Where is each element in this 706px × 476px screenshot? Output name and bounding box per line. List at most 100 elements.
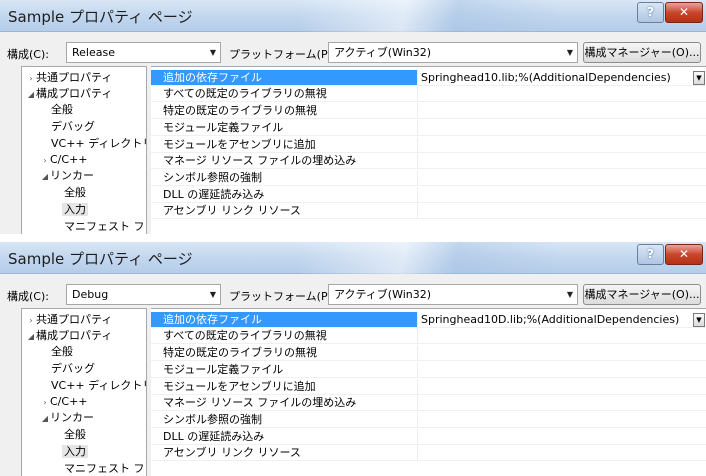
platform-select-value: アクティブ(Win32)	[334, 288, 432, 301]
platform-select[interactable]: アクティブ(Win32) ▼	[328, 284, 578, 305]
title-bar[interactable]: Sample プロパティ ページ ? ✕	[0, 0, 706, 32]
tree-item-label: 共通プロパティ	[36, 71, 113, 84]
property-grid: 追加の依存ファイル Springhead10.lib;%(AdditionalD…	[151, 66, 706, 234]
property-value	[417, 379, 706, 395]
tree-item-label: デバッグ	[51, 120, 95, 133]
tree-item-general[interactable]: 全般	[51, 344, 73, 360]
property-row[interactable]: モジュールをアセンブリに追加	[151, 137, 706, 153]
tree-item-cpp[interactable]: › C/C++	[40, 394, 87, 411]
tree-item-debug[interactable]: デバッグ	[51, 119, 95, 135]
dropdown-button[interactable]: ▼	[693, 313, 705, 327]
property-value: Springhead10.lib;%(AdditionalDependencie…	[421, 71, 671, 84]
property-row[interactable]: マネージ リソース ファイルの埋め込み	[151, 153, 706, 169]
tree-item-label: マニフェスト ファ	[64, 220, 147, 233]
chevron-down-icon: ▼	[209, 48, 216, 57]
tree-item-config-properties[interactable]: ◢ 構成プロパティ	[26, 328, 112, 344]
config-select[interactable]: Debug ▼	[66, 284, 221, 305]
dropdown-button[interactable]: ▼	[693, 71, 705, 85]
property-row[interactable]: モジュール定義ファイル	[151, 362, 706, 378]
property-row-additional-dependencies[interactable]: 追加の依存ファイル Springhead10.lib;%(AdditionalD…	[151, 70, 706, 86]
tree-item-linker-general[interactable]: 全般	[64, 427, 86, 443]
property-row[interactable]: すべての既定のライブラリの無視	[151, 328, 706, 344]
title-bar-sheen	[300, 242, 560, 274]
property-value	[417, 345, 706, 361]
close-icon: ✕	[678, 247, 690, 261]
property-value	[417, 153, 706, 169]
property-row[interactable]: アセンブリ リンク リソース	[151, 203, 706, 219]
property-name: モジュール定義ファイル	[151, 362, 417, 378]
tree-item-label: 構成プロパティ	[36, 329, 113, 342]
collapse-icon[interactable]: ◢	[26, 329, 36, 345]
config-select[interactable]: Release ▼	[66, 42, 221, 63]
property-row[interactable]: 特定の既定のライブラリの無視	[151, 345, 706, 361]
tree-item-vc-directories[interactable]: VC++ ディレクトリ	[51, 378, 146, 394]
window-title: Sample プロパティ ページ	[8, 8, 193, 26]
property-tree[interactable]: › 共通プロパティ ◢ 構成プロパティ 全般 デバッグ VC++ ディレクトリ › C…	[21, 308, 147, 476]
question-icon: ?	[647, 247, 654, 261]
close-icon: ✕	[678, 5, 690, 19]
property-row[interactable]: アセンブリ リンク リソース	[151, 445, 706, 461]
expand-icon[interactable]: ›	[40, 153, 50, 169]
chevron-down-icon: ▼	[566, 290, 573, 299]
expand-icon[interactable]: ›	[26, 71, 36, 87]
property-row[interactable]: 特定の既定のライブラリの無視	[151, 103, 706, 119]
collapse-icon[interactable]: ◢	[26, 87, 36, 103]
platform-select[interactable]: アクティブ(Win32) ▼	[328, 42, 578, 63]
config-manager-button[interactable]: 構成マネージャー(O)...	[583, 42, 701, 63]
property-row[interactable]: モジュール定義ファイル	[151, 120, 706, 136]
property-value-field[interactable]: Springhead10D.lib;%(AdditionalDependenci…	[417, 312, 706, 328]
property-value	[417, 187, 706, 203]
property-value	[417, 412, 706, 428]
tree-item-label: リンカー	[50, 411, 94, 424]
property-page-window-release: Sample プロパティ ページ ? ✕ 構成(C): Release ▼ プラ…	[0, 0, 706, 234]
tree-item-debug[interactable]: デバッグ	[51, 361, 95, 377]
property-value	[417, 395, 706, 411]
help-button[interactable]: ?	[637, 244, 664, 265]
tree-item-linker[interactable]: ◢ リンカー	[40, 168, 94, 184]
property-row-additional-dependencies[interactable]: 追加の依存ファイル Springhead10D.lib;%(Additional…	[151, 312, 706, 328]
chevron-down-icon: ▼	[566, 48, 573, 57]
tree-item-cpp[interactable]: › C/C++	[40, 152, 87, 169]
property-value	[417, 362, 706, 378]
property-row[interactable]: DLL の遅延読み込み	[151, 429, 706, 445]
property-row[interactable]: シンボル参照の強制	[151, 170, 706, 186]
tree-item-vc-directories[interactable]: VC++ ディレクトリ	[51, 136, 146, 152]
property-value	[417, 203, 706, 219]
tree-item-common-properties[interactable]: › 共通プロパティ	[26, 70, 112, 86]
property-row[interactable]: モジュールをアセンブリに追加	[151, 379, 706, 395]
expand-icon[interactable]: ›	[40, 395, 50, 411]
close-button[interactable]: ✕	[665, 244, 703, 265]
tree-item-linker-input[interactable]: 入力	[62, 202, 88, 218]
tree-item-config-properties[interactable]: ◢ 構成プロパティ	[26, 86, 112, 102]
property-row[interactable]: すべての既定のライブラリの無視	[151, 86, 706, 102]
property-tree[interactable]: › 共通プロパティ ◢ 構成プロパティ 全般 デバッグ VC++ ディレクトリ › C…	[21, 66, 147, 234]
chevron-down-icon: ▼	[696, 74, 702, 82]
property-row[interactable]: シンボル参照の強制	[151, 412, 706, 428]
tree-item-label: マニフェスト ファ	[64, 462, 147, 475]
tree-item-label: 入力	[62, 203, 88, 216]
property-row[interactable]: マネージ リソース ファイルの埋め込み	[151, 395, 706, 411]
title-bar[interactable]: Sample プロパティ ページ ? ✕	[0, 242, 706, 274]
property-value-field[interactable]: Springhead10.lib;%(AdditionalDependencie…	[417, 70, 706, 86]
expand-icon[interactable]: ›	[26, 313, 36, 329]
tree-item-label: 全般	[64, 186, 86, 199]
question-icon: ?	[647, 5, 654, 19]
collapse-icon[interactable]: ◢	[40, 169, 50, 185]
tree-item-linker-input[interactable]: 入力	[62, 444, 88, 460]
tree-item-common-properties[interactable]: › 共通プロパティ	[26, 312, 112, 328]
tree-item-manifest[interactable]: マニフェスト ファ	[64, 219, 147, 234]
property-row[interactable]: DLL の遅延読み込み	[151, 187, 706, 203]
close-button[interactable]: ✕	[665, 2, 703, 23]
tree-item-linker[interactable]: ◢ リンカー	[40, 410, 94, 426]
collapse-icon[interactable]: ◢	[40, 411, 50, 427]
platform-label: プラットフォーム(P):	[229, 290, 336, 303]
config-manager-button[interactable]: 構成マネージャー(O)...	[583, 284, 701, 305]
tree-item-label: 全般	[51, 103, 73, 116]
tree-item-label: 構成プロパティ	[36, 87, 113, 100]
help-button[interactable]: ?	[637, 2, 664, 23]
property-name: モジュールをアセンブリに追加	[151, 137, 417, 153]
tree-item-linker-general[interactable]: 全般	[64, 185, 86, 201]
property-name: マネージ リソース ファイルの埋め込み	[151, 395, 417, 411]
tree-item-general[interactable]: 全般	[51, 102, 73, 118]
property-name: 特定の既定のライブラリの無視	[151, 345, 417, 361]
